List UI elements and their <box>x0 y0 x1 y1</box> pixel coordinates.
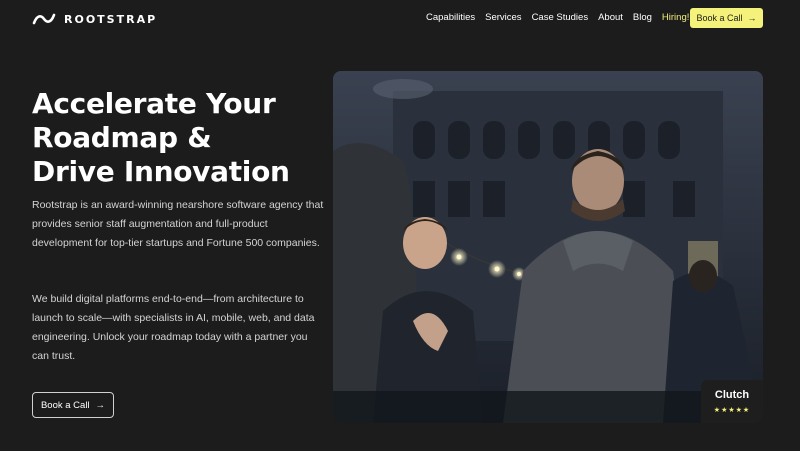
clutch-rating-badge[interactable]: Clutch ★★★★★ <box>701 380 763 423</box>
site-header: ROOTSTRAP Capabilities Services Case Stu… <box>0 0 800 38</box>
nav-item-blog[interactable]: Blog <box>633 12 652 23</box>
nav-item-hiring[interactable]: Hiring! <box>662 12 689 23</box>
nav-item-capabilities[interactable]: Capabilities <box>426 12 475 23</box>
header-book-call-label: Book a Call <box>696 13 743 23</box>
main-nav: Capabilities Services Case Studies About… <box>426 12 689 23</box>
nav-item-about[interactable]: About <box>598 12 623 23</box>
nav-item-case-studies[interactable]: Case Studies <box>532 12 589 23</box>
headline-line: Drive Innovation <box>32 155 290 188</box>
hero-photo-illustration <box>333 71 763 423</box>
header-book-call-button[interactable]: Book a Call → <box>690 8 763 28</box>
hero-intro-paragraph: Rootstrap is an award-winning nearshore … <box>32 199 324 249</box>
hero-headline: Accelerate Your Roadmap & Drive Innovati… <box>32 87 332 189</box>
hero-secondary-paragraph: We build digital platforms end-to-end—fr… <box>32 293 315 362</box>
hero-book-call-button[interactable]: Book a Call → <box>32 392 114 418</box>
hero-book-call-label: Book a Call <box>40 399 90 411</box>
brand-name: ROOTSTRAP <box>64 12 158 26</box>
rootstrap-logo-icon <box>32 13 56 25</box>
clutch-name: Clutch <box>714 389 750 401</box>
star-rating-icon: ★★★★★ <box>713 407 751 414</box>
brand-logo[interactable]: ROOTSTRAP <box>32 10 157 28</box>
headline-line: Roadmap & <box>32 121 212 154</box>
headline-line: Accelerate Your <box>32 87 276 120</box>
nav-item-services[interactable]: Services <box>485 12 521 23</box>
hero-photo <box>333 71 763 423</box>
arrow-right-icon: → <box>95 399 106 411</box>
arrow-right-icon: → <box>747 13 757 23</box>
